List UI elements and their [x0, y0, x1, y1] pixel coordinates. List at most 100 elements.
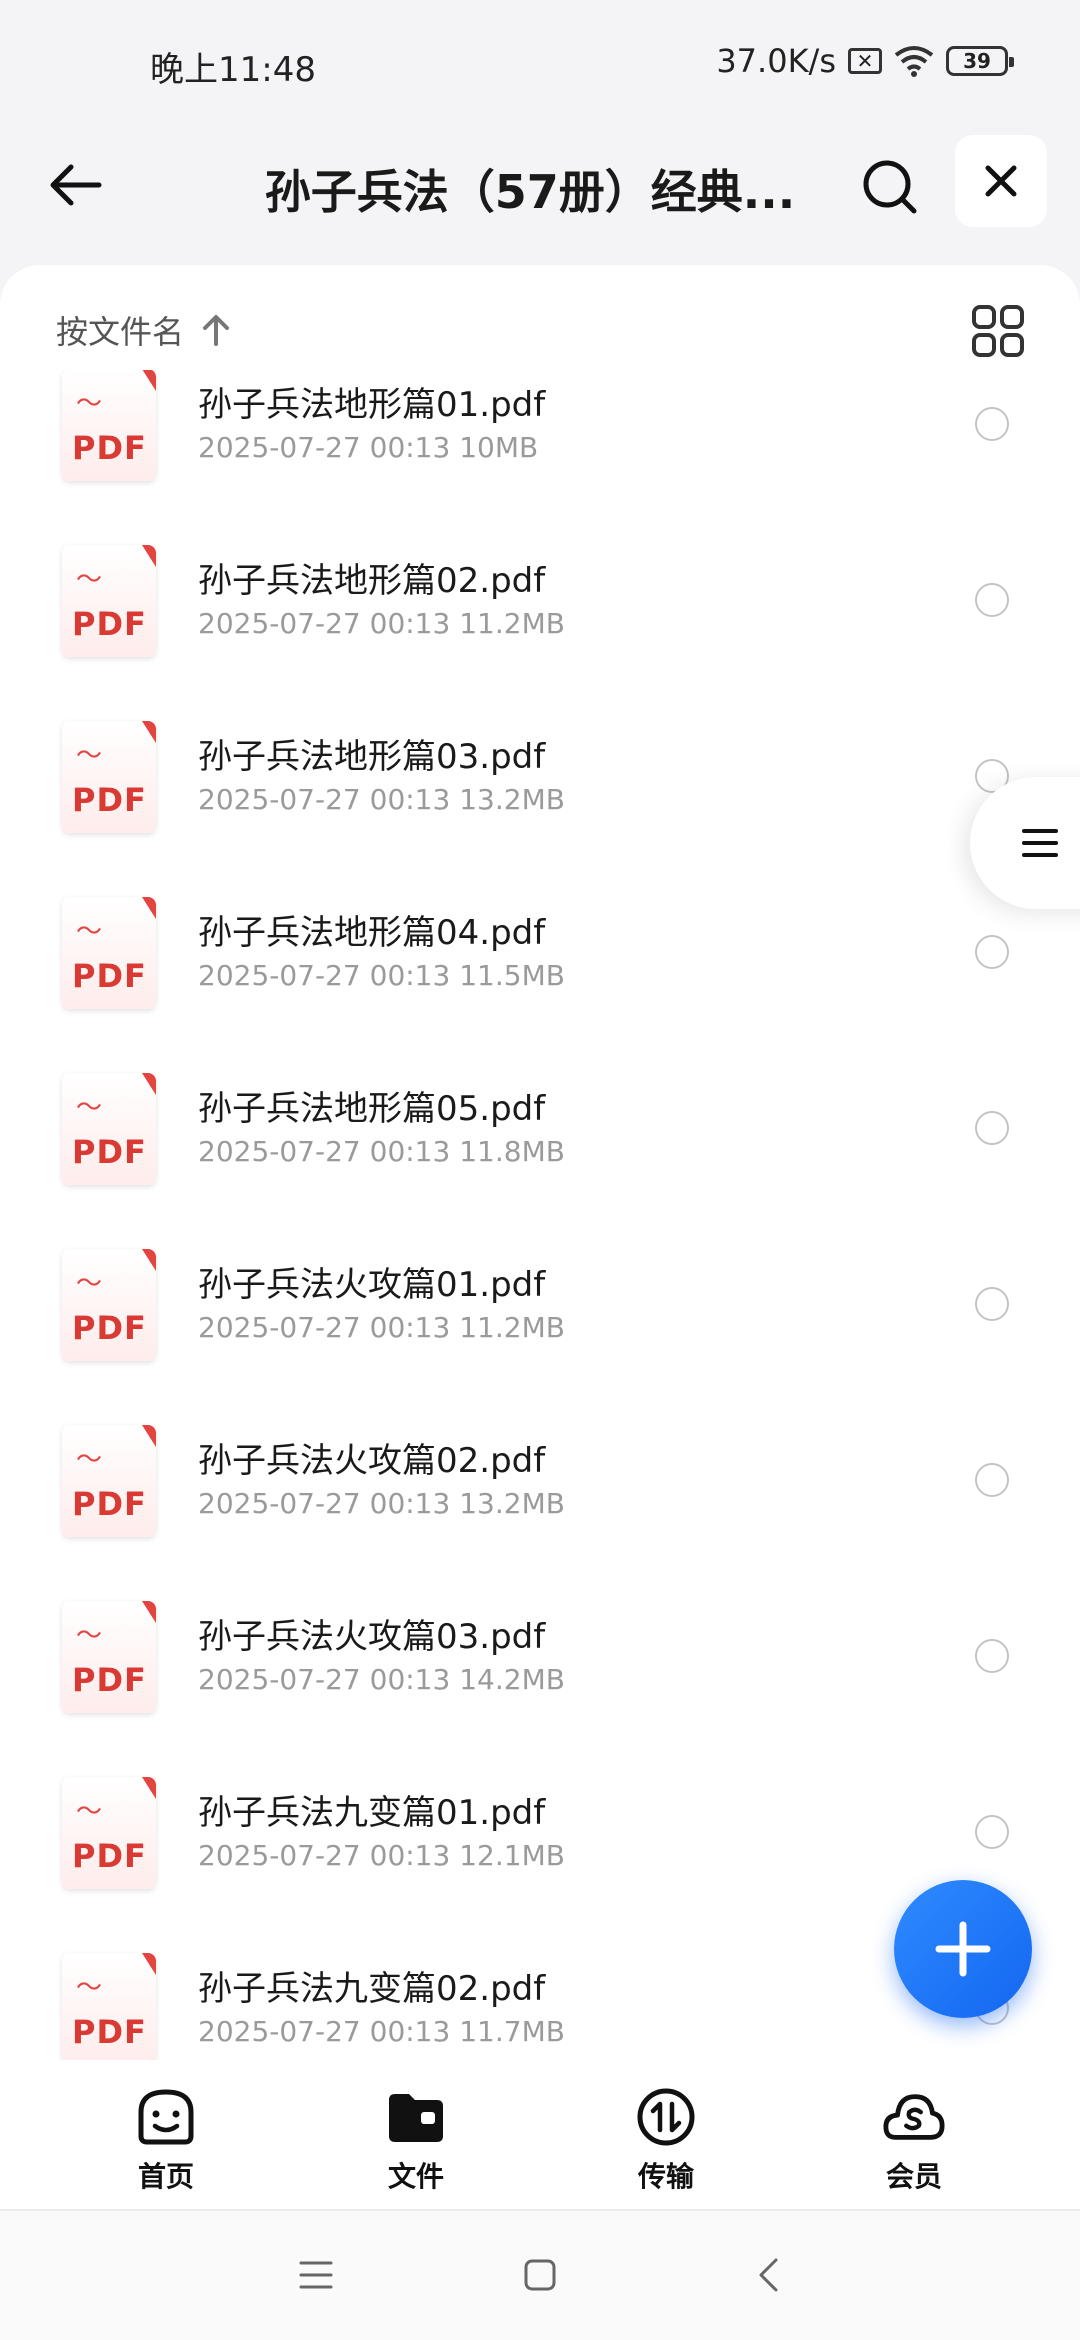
file-name: 孙子兵法火攻篇01.pdf	[198, 1265, 546, 1305]
file-size: 11.2MB	[459, 1311, 565, 1344]
system-nav-bar	[0, 2211, 1080, 2340]
wifi-icon	[894, 46, 934, 77]
file-meta: 2025-07-27 00:13 10MB	[198, 431, 538, 464]
file-meta: 2025-07-27 00:13 11.7MB	[198, 2015, 565, 2048]
select-radio[interactable]	[975, 583, 1009, 617]
nav-item-files[interactable]: 文件	[346, 2085, 486, 2205]
file-date: 2025-07-27 00:13	[198, 1311, 451, 1344]
file-date: 2025-07-27 00:13	[198, 431, 451, 464]
file-size: 11.2MB	[459, 607, 565, 640]
file-size: 14.2MB	[459, 1663, 565, 1696]
file-list-panel: 按文件名 〜 PDF 孙子兵法地形篇01.pdf 2025-07-27 00:13…	[0, 265, 1080, 2065]
arrow-left-icon	[50, 164, 102, 206]
list-item[interactable]: 〜 PDF 孙子兵法火攻篇01.pdf 2025-07-27 00:13 11.2…	[0, 1235, 1080, 1411]
nav-item-vip[interactable]: 会员	[844, 2085, 984, 2205]
file-name: 孙子兵法地形篇05.pdf	[198, 1089, 546, 1129]
list-item[interactable]: 〜 PDF 孙子兵法地形篇04.pdf 2025-07-27 00:13 11.5…	[0, 883, 1080, 1059]
menu-icon	[1022, 829, 1058, 857]
pdf-file-icon: 〜 PDF	[62, 370, 156, 481]
file-size: 10MB	[459, 431, 539, 464]
file-size: 11.7MB	[459, 2015, 565, 2048]
select-radio[interactable]	[975, 407, 1009, 441]
chevron-left-icon	[759, 2258, 778, 2292]
nav-label-transfer: 传输	[637, 2160, 694, 2193]
list-item[interactable]: 〜 PDF 孙子兵法火攻篇02.pdf 2025-07-27 00:13 13.2…	[0, 1411, 1080, 1587]
status-bar: 晚上11:48 37.0K/s ✕ 39	[0, 0, 1080, 130]
pdf-file-icon: 〜 PDF	[62, 545, 156, 657]
file-name: 孙子兵法地形篇04.pdf	[198, 913, 546, 953]
file-date: 2025-07-27 00:13	[198, 1839, 451, 1872]
pdf-file-icon: 〜 PDF	[62, 1777, 156, 1889]
file-list: 〜 PDF 孙子兵法地形篇01.pdf 2025-07-27 00:13 10MB…	[0, 370, 1080, 2060]
file-name: 孙子兵法火攻篇02.pdf	[198, 1441, 546, 1481]
pdf-file-icon: 〜 PDF	[62, 1249, 156, 1361]
pdf-file-icon: 〜 PDF	[62, 1953, 156, 2060]
file-size: 12.1MB	[459, 1839, 565, 1872]
select-radio[interactable]	[975, 1815, 1009, 1849]
transfer-icon	[634, 2085, 698, 2149]
menu-lines-icon	[299, 2261, 333, 2289]
nav-item-transfer[interactable]: 传输	[596, 2085, 736, 2205]
recent-apps-button[interactable]	[286, 2245, 346, 2305]
status-indicators: 37.0K/s ✕ 39	[716, 42, 1014, 80]
search-icon	[863, 160, 917, 214]
select-radio[interactable]	[975, 935, 1009, 969]
file-size: 11.5MB	[459, 959, 565, 992]
battery-icon: 39	[946, 46, 1014, 76]
file-meta: 2025-07-27 00:13 13.2MB	[198, 783, 565, 816]
file-name: 孙子兵法地形篇01.pdf	[198, 385, 546, 425]
grid-view-icon[interactable]	[970, 303, 1026, 359]
list-item[interactable]: 〜 PDF 孙子兵法地形篇05.pdf 2025-07-27 00:13 11.8…	[0, 1059, 1080, 1235]
cloud-s-icon	[882, 2085, 946, 2149]
battery-level: 39	[963, 49, 991, 73]
file-name: 孙子兵法火攻篇03.pdf	[198, 1617, 546, 1657]
file-date: 2025-07-27 00:13	[198, 783, 451, 816]
file-date: 2025-07-27 00:13	[198, 1135, 451, 1168]
back-nav-button[interactable]	[738, 2245, 798, 2305]
nav-label-home: 首页	[137, 2160, 194, 2193]
select-radio[interactable]	[975, 1111, 1009, 1145]
nav-label-vip: 会员	[885, 2160, 942, 2193]
page-title: 孙子兵法（57册）经典...	[264, 165, 796, 219]
file-size: 13.2MB	[459, 1487, 565, 1520]
select-radio[interactable]	[975, 1639, 1009, 1673]
file-date: 2025-07-27 00:13	[198, 1663, 451, 1696]
file-meta: 2025-07-27 00:13 13.2MB	[198, 1487, 565, 1520]
file-meta: 2025-07-27 00:13 11.5MB	[198, 959, 565, 992]
app-header: 孙子兵法（57册）经典...	[0, 130, 1080, 260]
smile-face-icon	[134, 2085, 198, 2149]
file-meta: 2025-07-27 00:13 11.2MB	[198, 1311, 565, 1344]
file-meta: 2025-07-27 00:13 11.2MB	[198, 607, 565, 640]
pdf-file-icon: 〜 PDF	[62, 1601, 156, 1713]
pdf-file-icon: 〜 PDF	[62, 897, 156, 1009]
file-date: 2025-07-27 00:13	[198, 1487, 451, 1520]
pdf-file-icon: 〜 PDF	[62, 1425, 156, 1537]
status-time: 晚上11:48	[150, 50, 316, 90]
file-name: 孙子兵法地形篇03.pdf	[198, 737, 546, 777]
sort-label: 按文件名	[56, 313, 185, 351]
list-item[interactable]: 〜 PDF 孙子兵法地形篇03.pdf 2025-07-27 00:13 13.2…	[0, 707, 1080, 883]
list-item[interactable]: 〜 PDF 孙子兵法地形篇02.pdf 2025-07-27 00:13 11.2…	[0, 531, 1080, 707]
file-date: 2025-07-27 00:13	[198, 959, 451, 992]
list-item[interactable]: 〜 PDF 孙子兵法火攻篇03.pdf 2025-07-27 00:13 14.2…	[0, 1587, 1080, 1763]
select-radio[interactable]	[975, 1287, 1009, 1321]
plus-icon	[935, 1921, 991, 1977]
sort-by-name-button[interactable]: 按文件名	[56, 307, 230, 353]
back-button[interactable]	[40, 150, 110, 220]
select-radio[interactable]	[975, 1463, 1009, 1497]
folder-icon	[384, 2085, 448, 2149]
file-date: 2025-07-27 00:13	[198, 607, 451, 640]
file-name: 孙子兵法地形篇02.pdf	[198, 561, 546, 601]
arrow-up-icon	[203, 315, 230, 346]
bottom-nav: 首页 文件 传输 会员	[0, 2065, 1080, 2211]
add-button[interactable]	[894, 1880, 1032, 2018]
close-button[interactable]	[955, 135, 1047, 227]
file-size: 11.8MB	[459, 1135, 565, 1168]
list-item[interactable]: 〜 PDF 孙子兵法地形篇01.pdf 2025-07-27 00:13 10MB	[0, 370, 1080, 531]
home-button[interactable]	[510, 2245, 570, 2305]
file-name: 孙子兵法九变篇02.pdf	[198, 1969, 546, 2009]
network-speed: 37.0K/s	[716, 42, 836, 80]
nav-item-home[interactable]: 首页	[96, 2085, 236, 2205]
search-button[interactable]	[855, 152, 925, 222]
pdf-file-icon: 〜 PDF	[62, 721, 156, 833]
